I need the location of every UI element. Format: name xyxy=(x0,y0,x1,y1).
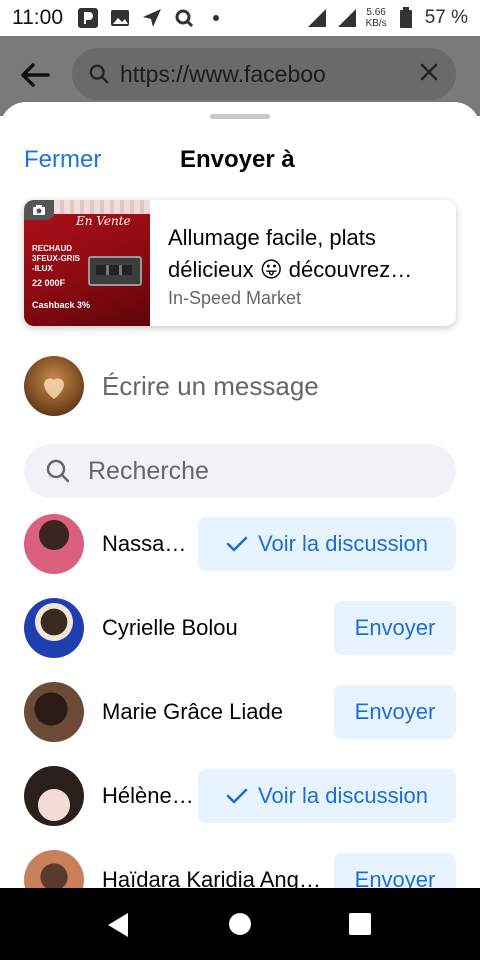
search-input[interactable]: Recherche xyxy=(24,444,456,498)
status-time: 11:00 xyxy=(12,6,63,29)
preview-body: Allumage facile, plats délicieux 😛 décou… xyxy=(150,200,456,326)
button-label: Voir la discussion xyxy=(258,531,428,556)
message-composer[interactable]: Écrire un message xyxy=(24,356,319,416)
preview-source: In-Speed Market xyxy=(168,288,302,308)
gallery-icon xyxy=(109,7,131,29)
send-button[interactable]: Envoyer xyxy=(334,601,456,655)
avatar xyxy=(24,598,84,658)
contact-name: Marie Grâce Liade xyxy=(102,699,283,724)
search-icon xyxy=(44,457,72,485)
signal-icon xyxy=(306,7,328,29)
close-icon[interactable] xyxy=(418,61,440,88)
url-text: https://www.faceboo xyxy=(120,60,326,87)
contact-name: Nassa… xyxy=(102,531,187,556)
signal-2-icon xyxy=(336,7,358,29)
preview-thumbnail: En Vente RECHAUD 3FEUX-GRIS -ILUX 22 000… xyxy=(24,200,150,326)
avatar xyxy=(24,682,84,742)
send-arrow-icon xyxy=(141,7,163,29)
view-conversation-button[interactable]: Voir la discussion xyxy=(198,769,456,823)
back-arrow-icon[interactable] xyxy=(18,58,52,97)
close-button[interactable]: Fermer xyxy=(24,146,101,174)
stove-image xyxy=(88,256,142,286)
avatar xyxy=(24,850,84,888)
sheet-title: Envoyer à xyxy=(180,146,295,173)
send-button[interactable]: Envoyer xyxy=(334,685,456,739)
check-icon xyxy=(226,787,248,805)
contact-row: Haïdara Karidia Ang… Envoyer xyxy=(24,850,456,888)
avatar xyxy=(24,766,84,826)
search-placeholder: Recherche xyxy=(88,456,209,485)
share-sheet: Fermer Envoyer à En Vente RECHAUD 3FEUX-… xyxy=(0,102,480,888)
search-icon xyxy=(88,63,110,85)
thumb-price: 22 000F xyxy=(32,278,66,288)
search-notification-icon xyxy=(173,7,195,29)
view-conversation-button[interactable]: Voir la discussion xyxy=(198,517,456,571)
dot-icon xyxy=(205,7,227,29)
system-nav-bar xyxy=(0,888,480,960)
camera-icon xyxy=(24,200,54,220)
check-icon xyxy=(226,535,248,553)
contact-name: Cyrielle Bolou xyxy=(102,615,238,640)
status-notification-icons xyxy=(77,7,227,29)
network-speed: 5.66 KB/s xyxy=(366,7,387,29)
nav-home-icon[interactable] xyxy=(228,912,252,941)
thumb-product-text: RECHAUD 3FEUX-GRIS -ILUX xyxy=(32,244,81,273)
contact-row: Cyrielle Bolou Envoyer xyxy=(24,598,456,658)
battery-percent: 57 % xyxy=(424,7,468,28)
nav-recents-icon[interactable] xyxy=(348,912,372,941)
contact-row: Nassa… Voir la discussion xyxy=(24,514,456,574)
battery-icon xyxy=(395,7,417,29)
app-notification-icon xyxy=(77,7,99,29)
avatar xyxy=(24,356,84,416)
status-bar: 11:00 5.66 KB/s 57 % xyxy=(0,0,480,36)
nav-back-icon[interactable] xyxy=(106,912,130,943)
link-preview-card: En Vente RECHAUD 3FEUX-GRIS -ILUX 22 000… xyxy=(24,200,456,326)
message-input[interactable]: Écrire un message xyxy=(102,371,319,402)
preview-title: Allumage facile, plats délicieux 😛 décou… xyxy=(168,225,413,282)
thumb-cashback: Cashback 3% xyxy=(32,300,91,310)
avatar xyxy=(24,514,84,574)
send-button[interactable]: Envoyer xyxy=(334,853,456,888)
url-bar[interactable]: https://www.faceboo xyxy=(72,48,456,100)
thumb-script: En Vente xyxy=(76,214,131,228)
contact-row: Marie Grâce Liade Envoyer xyxy=(24,682,456,742)
network-speed-value: 5.66 xyxy=(366,7,386,18)
contact-name: Haïdara Karidia Ang… xyxy=(102,867,321,888)
button-label: Voir la discussion xyxy=(258,783,428,808)
status-system: 5.66 KB/s 57 % xyxy=(306,0,468,36)
drag-handle[interactable] xyxy=(210,114,270,119)
network-speed-unit: KB/s xyxy=(365,18,387,29)
contact-name: Hélène… xyxy=(102,783,194,808)
contact-row: Hélène… Voir la discussion xyxy=(24,766,456,826)
